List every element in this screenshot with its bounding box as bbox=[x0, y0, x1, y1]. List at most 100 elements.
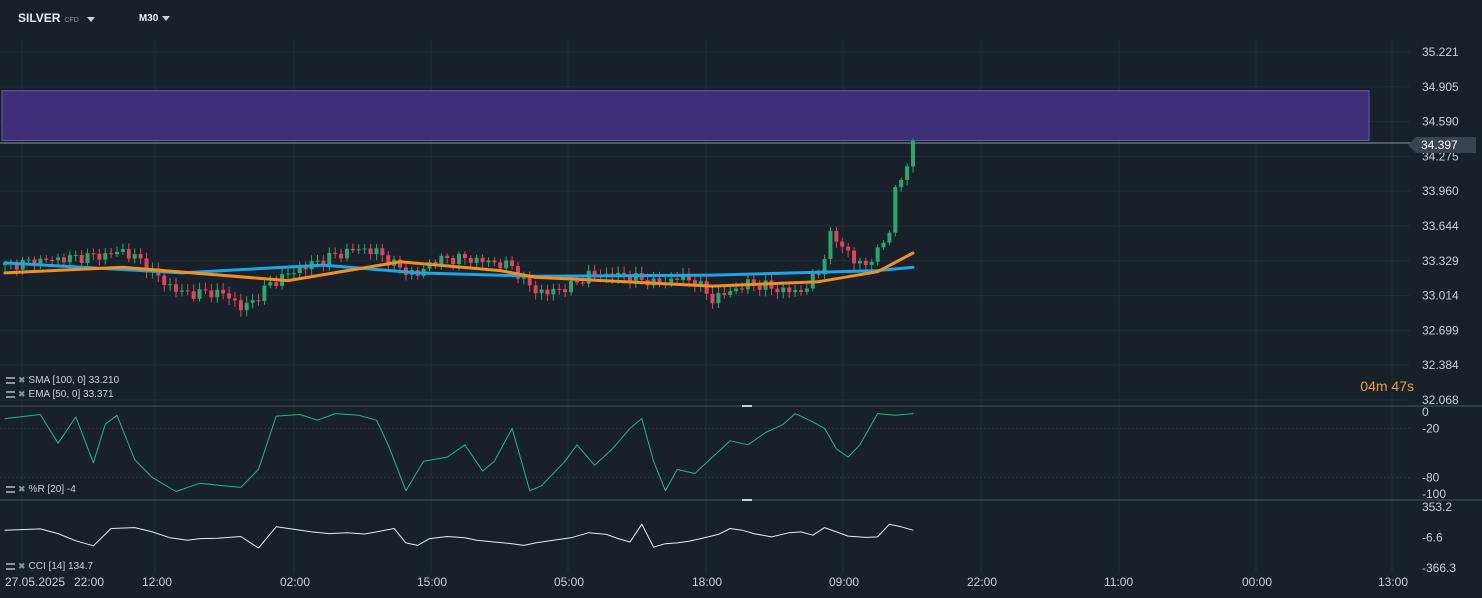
candle-body bbox=[203, 289, 208, 291]
timeframe-selector[interactable]: M30 bbox=[139, 13, 171, 24]
candle-body bbox=[374, 248, 379, 255]
candle-body bbox=[350, 248, 355, 251]
cci-tick-label: -6.6 bbox=[1422, 531, 1443, 545]
candle-body bbox=[221, 289, 226, 294]
pane-resize-handle[interactable] bbox=[742, 405, 752, 407]
candle-body bbox=[327, 252, 332, 266]
wr-tick-label: -80 bbox=[1422, 471, 1440, 485]
x-tick-label: 02:00 bbox=[280, 575, 310, 589]
close-icon[interactable]: ✖ bbox=[18, 389, 26, 400]
wr-line bbox=[4, 413, 914, 492]
y-tick-label: 33.644 bbox=[1422, 219, 1459, 233]
candle-body bbox=[179, 290, 184, 292]
candle-body bbox=[863, 260, 868, 265]
candle-body bbox=[67, 255, 72, 263]
pane-resize-handle[interactable] bbox=[742, 499, 752, 501]
settings-icon[interactable] bbox=[6, 391, 15, 398]
candle-body bbox=[162, 275, 167, 286]
candle-body bbox=[834, 230, 839, 242]
candle-body bbox=[787, 287, 792, 293]
candle-body bbox=[268, 282, 273, 286]
candle-body bbox=[899, 179, 904, 188]
candle-body bbox=[73, 254, 78, 256]
candle-body bbox=[109, 253, 114, 255]
candle-body bbox=[50, 259, 55, 261]
y-tick-label: 35.221 bbox=[1422, 45, 1459, 59]
x-tick-label: 18:00 bbox=[692, 575, 722, 589]
candle-body bbox=[250, 300, 255, 303]
settings-icon[interactable] bbox=[6, 377, 15, 384]
candle-body bbox=[580, 282, 585, 284]
candle-body bbox=[451, 257, 456, 265]
x-tick-label: 12:00 bbox=[142, 575, 172, 589]
candle-body bbox=[539, 289, 544, 294]
legend-wr[interactable]: ✖ %R [20] -4 bbox=[6, 484, 76, 495]
candle-body bbox=[44, 258, 49, 260]
candles bbox=[3, 138, 915, 317]
symbol-name: SILVER bbox=[18, 11, 61, 25]
legend-cci[interactable]: ✖ CCI [14] 134.7 bbox=[6, 561, 93, 572]
candle-body bbox=[498, 262, 503, 269]
close-icon[interactable]: ✖ bbox=[18, 561, 26, 572]
candle-body bbox=[380, 248, 385, 256]
candle-body bbox=[126, 249, 131, 259]
candle-body bbox=[209, 290, 214, 298]
candle-body bbox=[356, 249, 361, 251]
x-tick-label: 22:00 bbox=[74, 575, 104, 589]
candle-body bbox=[56, 257, 61, 261]
candle-body bbox=[781, 287, 786, 293]
candle-body bbox=[61, 257, 66, 263]
candle-body bbox=[26, 259, 31, 261]
current-price-tag: 34.397 bbox=[1408, 137, 1476, 153]
candle-body bbox=[168, 284, 173, 286]
close-icon[interactable]: ✖ bbox=[18, 375, 26, 386]
candle-body bbox=[734, 288, 739, 292]
candle-body bbox=[457, 253, 461, 265]
candle-body bbox=[215, 289, 220, 298]
candle-body bbox=[492, 260, 497, 263]
y-tick-label: 34.905 bbox=[1422, 80, 1459, 94]
candle-body bbox=[887, 232, 892, 243]
candle-body bbox=[474, 257, 479, 263]
legend-sma-label: SMA [100, 0] 33.210 bbox=[28, 375, 120, 386]
candle-body bbox=[793, 290, 798, 293]
x-tick-label: 05:00 bbox=[554, 575, 584, 589]
candle-body bbox=[138, 254, 143, 259]
candle-body bbox=[881, 242, 886, 248]
candle-body bbox=[315, 260, 320, 262]
x-tick-label: 11:00 bbox=[1104, 575, 1133, 589]
candle-body bbox=[816, 273, 821, 275]
candle-body bbox=[569, 280, 574, 293]
candle-body bbox=[757, 285, 762, 290]
candle-body bbox=[710, 293, 715, 304]
candle-body bbox=[238, 300, 243, 311]
candle-body bbox=[905, 166, 910, 180]
symbol-selector[interactable]: SILVER CFD bbox=[18, 11, 95, 25]
legend-sma[interactable]: ✖ SMA [100, 0] 33.210 bbox=[6, 375, 119, 386]
candle-body bbox=[563, 289, 568, 293]
candle-body bbox=[574, 280, 579, 283]
y-tick-label: 33.960 bbox=[1422, 184, 1459, 198]
candle-body bbox=[716, 293, 721, 304]
candle-body bbox=[339, 253, 344, 259]
settings-icon[interactable] bbox=[6, 563, 15, 570]
candle-body bbox=[291, 273, 296, 275]
candle-body bbox=[804, 288, 809, 292]
candle-body bbox=[191, 291, 196, 299]
close-icon[interactable]: ✖ bbox=[18, 484, 26, 495]
candle-body bbox=[740, 288, 745, 290]
x-tick-label: 09:00 bbox=[829, 575, 859, 589]
cci-line bbox=[4, 523, 914, 549]
chart-root: 35.221 34.905 34.590 34.275 33.960 33.644 33.3… bbox=[0, 0, 1482, 598]
chart-canvas[interactable]: 35.22134.90534.59034.27533.96033.64433.3… bbox=[0, 0, 1482, 598]
candle-body bbox=[893, 187, 898, 233]
legend-ema[interactable]: ✖ EMA [50, 0] 33.371 bbox=[6, 389, 114, 400]
y-tick-label: 33.329 bbox=[1422, 254, 1459, 268]
candle-body bbox=[504, 260, 509, 269]
settings-icon[interactable] bbox=[6, 486, 15, 493]
candle-body bbox=[120, 249, 125, 252]
legend-ema-label: EMA [50, 0] 33.371 bbox=[28, 389, 114, 400]
candle-body bbox=[722, 293, 727, 295]
wr-tick-label: 0 bbox=[1422, 405, 1429, 419]
candle-body bbox=[79, 254, 84, 264]
